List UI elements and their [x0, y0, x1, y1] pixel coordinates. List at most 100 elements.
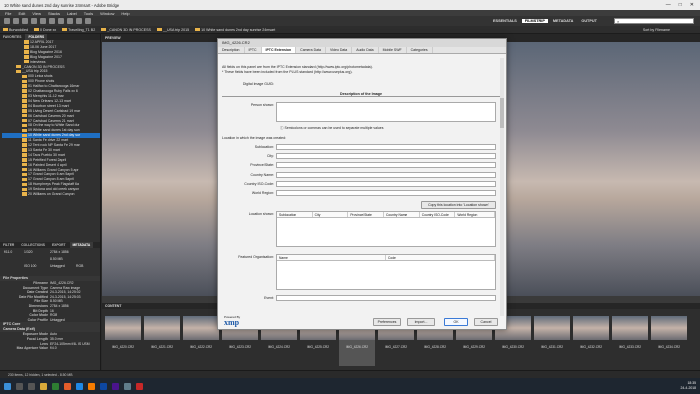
taskview-icon[interactable]	[28, 382, 35, 390]
menu-stacks[interactable]: Stacks	[48, 11, 60, 16]
dialog-tab[interactable]: Audio Data	[352, 47, 379, 53]
person-shown-label: Person shown:	[250, 103, 274, 107]
workspace-metadata[interactable]: METADATA	[550, 19, 576, 23]
folder-icon	[101, 27, 107, 32]
event-field[interactable]	[276, 295, 496, 301]
clock-date[interactable]: 24-4-2018	[681, 386, 696, 391]
windows-start-icon[interactable]	[4, 382, 11, 390]
dialog-tab[interactable]: Camera Data	[296, 47, 326, 53]
filmstrip-thumbnail[interactable]: IMG_4232.CR2	[573, 312, 609, 366]
close-button[interactable]: ✕	[690, 2, 694, 8]
workspace-essentials[interactable]: ESSENTIALS	[490, 19, 520, 23]
sort-dropdown[interactable]: Sort by Filename	[643, 28, 670, 32]
menu-window[interactable]: Window	[100, 11, 114, 16]
folder-icon	[22, 143, 27, 147]
firefox-icon[interactable]	[88, 382, 95, 390]
thumbnail-caption: IMG_4221.CR2	[150, 345, 174, 349]
bridge-icon[interactable]	[112, 382, 119, 390]
preferences-button[interactable]: Preferences	[373, 318, 401, 326]
rotate-right-icon[interactable]	[85, 18, 91, 24]
menu-label[interactable]: Label	[67, 11, 77, 16]
menu-view[interactable]: View	[32, 11, 41, 16]
menu-help[interactable]: Help	[121, 11, 129, 16]
location-field-label: City:	[267, 154, 274, 159]
location-column-header: World Region	[455, 212, 495, 217]
up-folder-icon[interactable]	[22, 18, 28, 24]
file-explorer-icon[interactable]	[40, 382, 47, 390]
location-field-input[interactable]	[276, 153, 496, 160]
minimize-button[interactable]: —	[666, 2, 671, 8]
dimensions-value: 2784 x 1856	[50, 250, 69, 254]
refine-icon[interactable]	[58, 18, 64, 24]
status-bar: 230 items, 12 hidden, 1 selected - 8.50 …	[0, 370, 700, 378]
filmstrip-thumbnail[interactable]: IMG_4221.CR2	[144, 312, 180, 366]
profile-value: Untagged	[50, 264, 65, 268]
app-icon[interactable]	[136, 382, 143, 390]
dialog-scrollbar[interactable]	[500, 58, 504, 316]
menu-tools[interactable]: Tools	[84, 11, 93, 16]
location-shown-table[interactable]: Sublocation City Province/State Country Nam…	[276, 211, 496, 247]
cancel-button[interactable]: Cancel	[474, 318, 498, 326]
rotate-left-icon[interactable]	[76, 18, 82, 24]
metadata-key: Max Aperture Value	[16, 346, 48, 351]
import-button[interactable]: Import...	[407, 318, 435, 326]
search-taskbar-icon[interactable]	[16, 382, 23, 390]
dialog-tab[interactable]: IPTC Extension	[261, 47, 297, 53]
thumbnail-caption: IMG_4224.CR2	[267, 345, 291, 349]
dialog-tab[interactable]: IPTC	[245, 47, 262, 53]
breadcrumb-item[interactable]: Burwoddied	[3, 28, 28, 32]
filmstrip-thumbnail[interactable]: IMG_4222.CR2	[183, 312, 219, 366]
photoshop-icon[interactable]	[100, 382, 107, 390]
location-column-header: Sublocation	[277, 212, 313, 217]
location-field-input[interactable]	[276, 162, 496, 169]
folder-icon	[22, 192, 27, 196]
file-info-dialog: IMG_4226.CR2 Description IPTC IPTC Extensi…	[217, 38, 507, 330]
location-field-input[interactable]	[276, 144, 496, 150]
ok-button[interactable]: OK	[444, 318, 468, 326]
copy-location-button[interactable]: Copy this location into 'Location shown'	[421, 201, 496, 209]
dialog-tab[interactable]: Categories	[407, 47, 433, 53]
thumbnail-caption: IMG_4229.CR2	[462, 345, 486, 349]
recent-icon[interactable]	[31, 18, 37, 24]
system-tray: 18:35 24-4-2018	[681, 381, 696, 391]
breadcrumb-item[interactable]: _CANON 3D IN PROCESS	[101, 28, 151, 32]
filmstrip-thumbnail[interactable]: IMG_4231.CR2	[534, 312, 570, 366]
location-field-input[interactable]	[276, 190, 496, 196]
maximize-button[interactable]: □	[679, 2, 682, 8]
search-input[interactable]: ⌕	[614, 18, 694, 24]
filmstrip-thumbnail[interactable]: IMG_4233.CR2	[612, 312, 648, 366]
breadcrumb-item[interactable]: 10 White sand dunes 2nd day sunrise 24ms…	[195, 28, 275, 32]
folder-icon	[22, 99, 27, 103]
boomerang-icon[interactable]	[40, 18, 46, 24]
camera-icon[interactable]	[49, 18, 55, 24]
filmstrip-thumbnail[interactable]: IMG_4234.CR2	[651, 312, 687, 366]
folder-tree-item[interactable]: 20 Williams on Grand Canyon	[2, 192, 100, 197]
location-field-input[interactable]	[276, 180, 496, 187]
menu-edit[interactable]: Edit	[18, 11, 25, 16]
forward-icon[interactable]	[13, 18, 19, 24]
edge-icon[interactable]	[76, 382, 83, 390]
breadcrumb-item[interactable]: __USA trip 2015	[156, 28, 189, 32]
location-field-input[interactable]	[276, 171, 496, 178]
dialog-tab[interactable]: Mobile SWF	[379, 47, 407, 53]
featured-organisation-table[interactable]: Name Code	[276, 254, 496, 290]
filmstrip-thumbnail[interactable]: IMG_4220.CR2	[105, 312, 141, 366]
scroll-thumb[interactable]	[500, 98, 504, 128]
tab-favorites[interactable]: FAVORITES	[0, 34, 24, 40]
breadcrumb-item[interactable]: 0 Done xx	[33, 28, 56, 32]
back-icon[interactable]	[4, 18, 10, 24]
workspace-filmstrip[interactable]: FILMSTRIP	[521, 19, 548, 23]
folder-icon	[3, 27, 8, 32]
menu-file[interactable]: File	[5, 11, 11, 16]
person-shown-field[interactable]	[276, 102, 496, 122]
excel-icon[interactable]	[52, 382, 59, 390]
dialog-tabs: Description IPTC IPTC Extension Camera Data…	[218, 47, 506, 54]
breadcrumb-item[interactable]: Travelling_T1 B2	[62, 28, 95, 32]
workspace-output[interactable]: OUTPUT	[578, 19, 600, 23]
app-icon[interactable]	[64, 382, 71, 390]
app-icon[interactable]	[124, 382, 131, 390]
dialog-tab[interactable]: Description	[218, 47, 245, 53]
camera-data-list: Exposure Mode Auto Focal Length 35.0 mm Lens…	[0, 332, 100, 350]
open-in-cameraraw-icon[interactable]	[67, 18, 73, 24]
dialog-tab[interactable]: Video Data	[326, 47, 353, 53]
